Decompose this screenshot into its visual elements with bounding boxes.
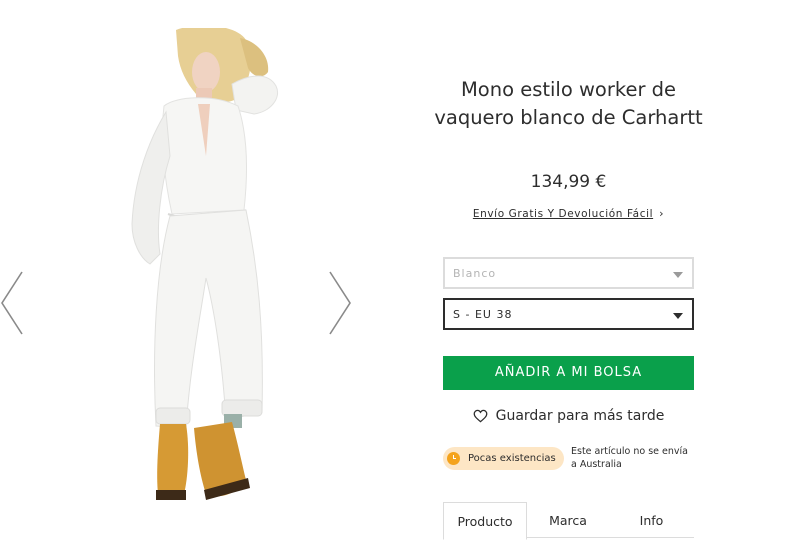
add-to-bag-button[interactable]: AÑADIR A MI BOLSA: [443, 356, 694, 390]
product-price: 134,99 €: [530, 172, 607, 192]
save-for-later-label: Guardar para más tarde: [495, 408, 665, 424]
product-tabs: Producto Marca Info: [443, 502, 694, 542]
previous-image-button[interactable]: [0, 270, 26, 336]
chevron-right-icon: ›: [659, 207, 665, 220]
tab-info[interactable]: Info: [609, 502, 694, 538]
colour-select[interactable]: Blanco: [443, 257, 694, 289]
product-image: [131, 28, 278, 500]
colour-select-value: Blanco: [453, 267, 497, 280]
size-select[interactable]: S - EU 38: [443, 298, 694, 330]
heart-icon: [473, 409, 487, 423]
free-shipping-link[interactable]: Envío Gratis Y Devolución Fácil ›: [443, 207, 694, 220]
size-select-value: S - EU 38: [453, 308, 513, 321]
product-image-gallery: [0, 28, 369, 522]
chevron-right-icon: [329, 271, 351, 335]
shipping-restriction-note: Este artículo no se envía a Australia: [571, 446, 688, 470]
chevron-down-icon: [673, 272, 683, 278]
clock-icon: [447, 452, 460, 465]
tab-marca[interactable]: Marca: [527, 502, 609, 538]
chevron-left-icon: [1, 271, 23, 335]
tab-producto[interactable]: Producto: [443, 502, 527, 540]
low-stock-badge: Pocas existencias: [443, 447, 564, 470]
product-title: Mono estilo worker de vaquero blanco de …: [434, 78, 703, 129]
free-shipping-label[interactable]: Envío Gratis Y Devolución Fácil: [473, 208, 653, 220]
next-image-button[interactable]: [326, 270, 352, 336]
chevron-down-icon: [673, 313, 683, 319]
low-stock-label: Pocas existencias: [468, 453, 556, 464]
save-for-later-button[interactable]: Guardar para más tarde: [443, 408, 694, 424]
